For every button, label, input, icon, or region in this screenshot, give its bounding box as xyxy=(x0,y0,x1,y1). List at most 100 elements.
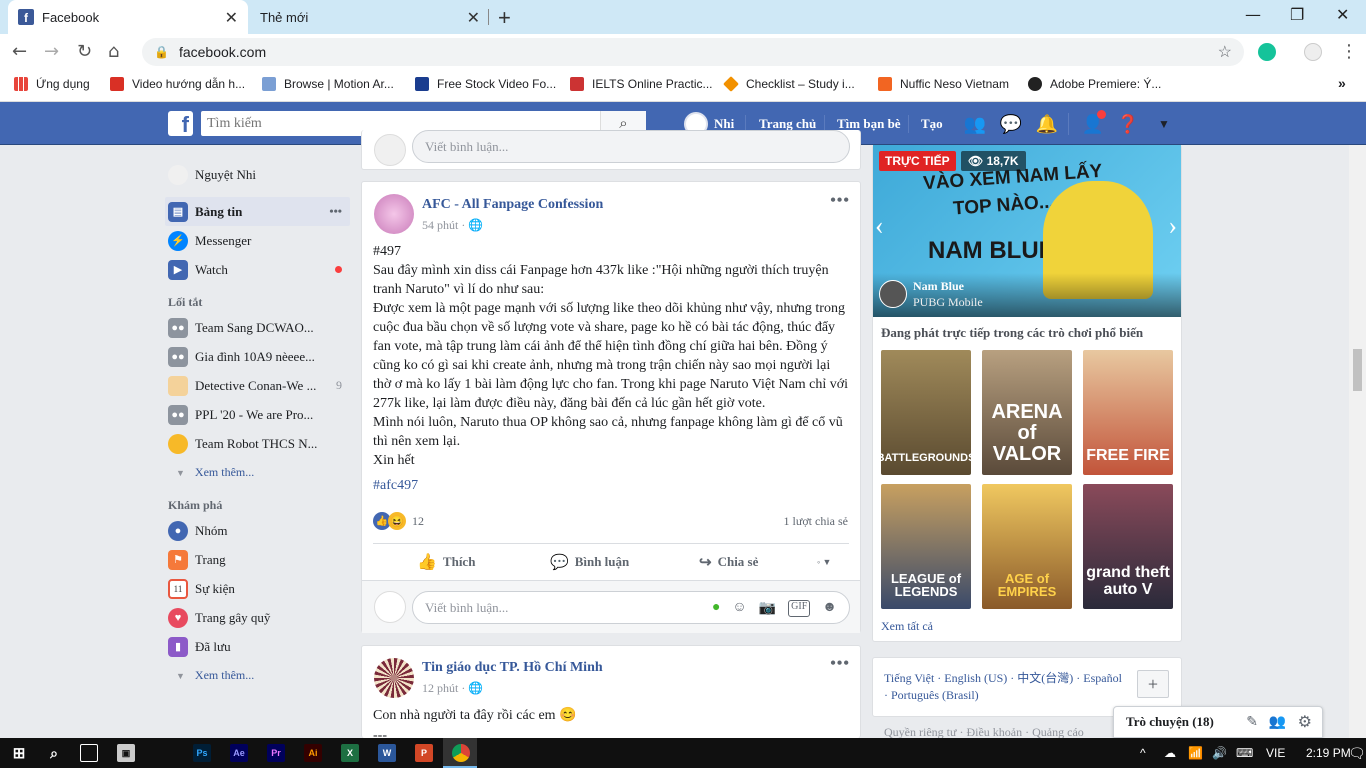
help-icon[interactable]: ❓ xyxy=(1117,113,1139,135)
post-time[interactable]: 54 phút · 🌐 xyxy=(422,218,483,233)
options-dots-icon[interactable]: ••• xyxy=(329,204,342,219)
share-count[interactable]: 1 lượt chia sẻ xyxy=(784,514,849,529)
language-links[interactable]: Tiếng Việt · English (US) · 中文(台灣) · Esp… xyxy=(884,670,1124,704)
profile-extension-icon[interactable] xyxy=(1304,43,1322,61)
like-button[interactable]: 👍 Thích xyxy=(417,544,475,580)
nav-create[interactable]: Tạo xyxy=(921,102,943,145)
illustrator-icon[interactable]: Ai xyxy=(304,744,322,762)
shortcut-item[interactable]: ●● Gia đình 10A9 nèeee... xyxy=(165,342,350,371)
emoji-icon[interactable]: ☺ xyxy=(732,600,746,617)
page-scrollbar[interactable] xyxy=(1349,145,1366,738)
more-bookmarks-icon[interactable]: » xyxy=(1338,75,1346,91)
notifications-icon[interactable]: 🔔 xyxy=(1036,113,1058,135)
add-language-icon[interactable]: + xyxy=(1137,670,1169,698)
excel-icon[interactable]: X xyxy=(341,744,359,762)
shortcut-item[interactable]: ●● PPL '20 - We are Pro... xyxy=(165,400,350,429)
post-options-icon[interactable]: ••• xyxy=(830,192,850,210)
action-center-icon[interactable]: 🗨 xyxy=(1348,738,1366,768)
sidebar-item-saved[interactable]: ▮ Đã lưu xyxy=(165,632,350,661)
windows-start-icon[interactable]: ⊞ xyxy=(10,744,28,762)
comment-input[interactable]: Viết bình luận... xyxy=(412,130,850,163)
grammarly-extension-icon[interactable] xyxy=(1258,43,1276,61)
menu-kebab-icon[interactable]: ⋮ xyxy=(1340,41,1358,62)
store-icon[interactable]: ▣ xyxy=(117,744,135,762)
carousel-next-icon[interactable]: › xyxy=(1168,211,1177,241)
premiere-icon[interactable]: Pr xyxy=(267,744,285,762)
sticker-icon[interactable]: ☻ xyxy=(822,600,837,617)
clock[interactable]: 2:19 PM xyxy=(1306,738,1351,768)
tray-chevron-icon[interactable]: ^ xyxy=(1140,738,1146,768)
gif-icon[interactable]: GIF xyxy=(788,600,811,617)
chat-settings-gear-icon[interactable]: ⚙ xyxy=(1298,712,1312,732)
post-options-icon[interactable]: ••• xyxy=(830,655,850,673)
share-button[interactable]: ↪ Chia sẻ xyxy=(699,544,758,580)
new-message-icon[interactable]: ✎ xyxy=(1246,714,1258,731)
sidebar-item-events[interactable]: 11 Sự kiện xyxy=(165,574,350,603)
home-icon[interactable]: ⌂ xyxy=(108,41,119,62)
game-tile[interactable]: BATTLEGROUNDS xyxy=(881,350,971,475)
live-video-banner[interactable]: VÀO XEM NAM LẤY TOP NÀO... NAM BLUE TRỰC… xyxy=(873,145,1181,317)
bookmark-star-icon[interactable]: ☆ xyxy=(1218,42,1232,62)
bookmark-item[interactable]: Free Stock Video Fo... xyxy=(415,77,556,91)
tab-new[interactable]: Thẻ mới ✕ xyxy=(250,0,490,34)
game-name[interactable]: PUBG Mobile xyxy=(913,295,983,310)
see-more-shortcuts[interactable]: ▼ Xem thêm... xyxy=(165,458,350,487)
facebook-logo-icon[interactable]: f xyxy=(168,111,193,136)
hashtag-link[interactable]: #afc497 xyxy=(373,476,851,495)
sidebar-profile[interactable]: Nguyệt Nhi xyxy=(165,160,350,189)
volume-icon[interactable]: 🔊 xyxy=(1212,738,1227,768)
friend-requests-icon[interactable]: 👥 xyxy=(964,113,986,135)
reload-icon[interactable]: ↻ xyxy=(77,41,92,62)
see-all-link[interactable]: Xem tất cả xyxy=(881,619,933,634)
shortcut-item[interactable]: ●● Team Sang DCWAO... xyxy=(165,313,350,342)
keyboard-icon[interactable]: ⌨ xyxy=(1236,738,1253,768)
language-indicator[interactable]: VIE xyxy=(1266,738,1285,768)
close-tab-icon[interactable]: ✕ xyxy=(225,8,238,28)
bookmark-item[interactable]: Adobe Premiere: Ý... xyxy=(1028,77,1161,91)
bookmark-apps[interactable]: Ứng dụng xyxy=(14,77,90,91)
forward-icon[interactable]: → xyxy=(44,41,59,62)
back-icon[interactable]: ← xyxy=(12,41,27,62)
game-tile[interactable]: ARENA of VALOR xyxy=(982,350,1072,475)
reaction-summary[interactable]: 👍 😆 12 xyxy=(373,512,424,530)
post-author[interactable]: Tin giáo dục TP. Hồ Chí Minh xyxy=(422,660,603,676)
page-avatar[interactable] xyxy=(374,658,414,698)
camera-icon[interactable]: 📷 xyxy=(759,600,776,617)
comment-button[interactable]: 💬 Bình luận xyxy=(550,544,629,580)
close-window-icon[interactable]: ✕ xyxy=(1336,5,1349,24)
post-time[interactable]: 12 phút · 🌐 xyxy=(422,681,483,696)
page-avatar[interactable] xyxy=(374,194,414,234)
maximize-icon[interactable]: ❐ xyxy=(1290,5,1304,24)
after-effects-icon[interactable]: Ae xyxy=(230,744,248,762)
scrollbar-thumb[interactable] xyxy=(1353,349,1362,391)
bookmark-item[interactable]: Checklist – Study i... xyxy=(723,76,855,92)
streamer-name[interactable]: Nam Blue xyxy=(913,279,964,294)
new-tab-icon[interactable]: + xyxy=(498,5,511,31)
shortcut-item[interactable]: Detective Conan-We ... 9 xyxy=(165,371,350,400)
close-tab-icon[interactable]: ✕ xyxy=(467,8,480,28)
sidebar-item-messenger[interactable]: ⚡ Messenger xyxy=(165,226,350,255)
bookmark-item[interactable]: IELTS Online Practic... xyxy=(570,77,713,91)
messenger-icon[interactable]: 💬 xyxy=(1000,113,1022,135)
carousel-prev-icon[interactable]: ‹ xyxy=(875,211,884,241)
post-author[interactable]: AFC - All Fanpage Confession xyxy=(422,197,603,213)
game-tile[interactable]: FREE FIRE xyxy=(1083,350,1173,475)
audience-dropdown-icon[interactable]: ◦ ▼ xyxy=(817,544,831,580)
game-tile[interactable]: AGE of EMPIRES xyxy=(982,484,1072,609)
minimize-icon[interactable]: — xyxy=(1245,5,1261,24)
tab-facebook[interactable]: f Facebook ✕ xyxy=(8,0,248,34)
bookmark-item[interactable]: Nuffic Neso Vietnam xyxy=(878,77,1009,91)
photoshop-icon[interactable]: Ps xyxy=(193,744,211,762)
onedrive-icon[interactable]: ☁ xyxy=(1164,738,1176,768)
shortcut-item[interactable]: Team Robot THCS N... xyxy=(165,429,350,458)
bookmark-item[interactable]: Video hướng dẫn h... xyxy=(110,77,245,91)
sidebar-item-news-feed[interactable]: ▤ Bảng tin ••• xyxy=(165,197,350,226)
sidebar-item-watch[interactable]: ▶ Watch xyxy=(165,255,350,284)
account-dropdown-icon[interactable]: ▼ xyxy=(1153,113,1175,135)
see-more-explore[interactable]: ▼ Xem thêm... xyxy=(165,661,350,690)
wifi-icon[interactable]: 📶 xyxy=(1188,738,1203,768)
chrome-icon[interactable] xyxy=(452,744,470,762)
comment-input[interactable]: Viết bình luận... ● ☺ 📷 GIF ☻ xyxy=(412,591,850,624)
chat-groups-icon[interactable]: 👥 xyxy=(1269,714,1286,731)
game-tile[interactable]: LEAGUE of LEGENDS xyxy=(881,484,971,609)
